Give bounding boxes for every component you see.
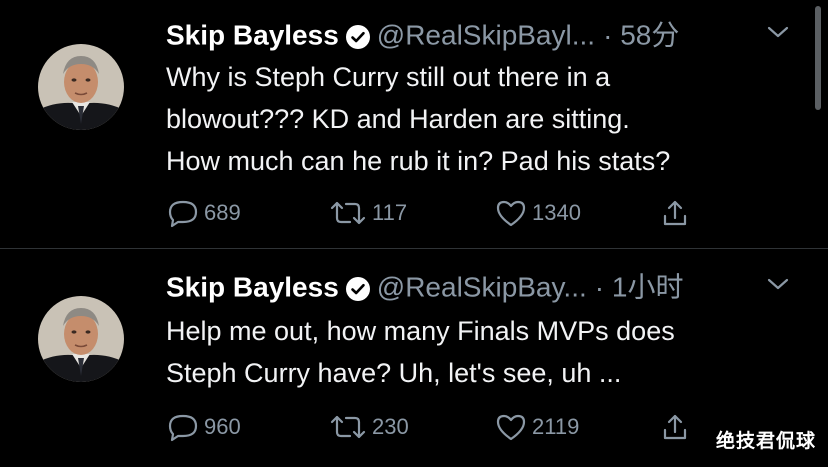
user-handle[interactable]: @RealSkipBay... (377, 272, 587, 303)
display-name[interactable]: Skip Bayless (166, 20, 339, 51)
tweet[interactable]: Skip Bayless @RealSkipBayl... · 58分 Why is… (0, 0, 828, 248)
share-button[interactable] (660, 196, 694, 230)
tweet-text-line: Help me out, how many Finals MVPs does (166, 316, 675, 346)
retweet-icon (328, 198, 372, 228)
like-count: 1340 (532, 200, 581, 225)
verified-badge-icon (345, 21, 371, 49)
avatar[interactable] (38, 296, 124, 382)
tweet-text-line: How much can he rub it in? Pad his stats… (166, 146, 671, 176)
like-button[interactable]: 1340 (494, 196, 581, 230)
like-count: 2119 (532, 414, 580, 439)
retweet-count: 117 (372, 200, 408, 225)
reply-count: 689 (204, 200, 241, 225)
reply-button[interactable]: 689 (166, 196, 241, 230)
tweet-actions: 689 117 1340 (166, 196, 726, 230)
reply-icon (166, 198, 204, 228)
retweet-button[interactable]: 117 (328, 196, 407, 230)
tweet-header: Skip Bayless @RealSkipBayl... · 58分 (166, 14, 806, 54)
chevron-down-icon[interactable] (766, 24, 790, 40)
share-icon (660, 198, 694, 228)
tweet-text: Help me out, how many Finals MVPs does S… (166, 310, 806, 394)
watermark: 绝技君侃球 (715, 430, 816, 452)
reply-button[interactable]: 960 (166, 410, 241, 444)
tweet-actions: 960 230 2119 (166, 410, 726, 444)
like-button[interactable]: 2119 (494, 410, 579, 444)
retweet-button[interactable]: 230 (328, 410, 409, 444)
chevron-down-icon[interactable] (766, 276, 790, 292)
user-handle[interactable]: @RealSkipBayl... (377, 20, 595, 51)
share-icon (660, 412, 694, 442)
separator-dot: · (603, 19, 613, 51)
avatar[interactable] (38, 44, 124, 130)
retweet-count: 230 (372, 414, 409, 439)
timestamp[interactable]: 1小时 (612, 272, 684, 303)
tweet-text-line: Steph Curry have? Uh, let's see, uh ... (166, 358, 622, 388)
display-name[interactable]: Skip Bayless (166, 272, 339, 303)
separator-dot: · (594, 271, 605, 303)
verified-badge-icon (345, 273, 371, 301)
retweet-icon (328, 412, 372, 442)
timestamp[interactable]: 58分 (620, 20, 679, 51)
tweet-text: Why is Steph Curry still out there in a … (166, 56, 806, 182)
divider (0, 248, 828, 249)
tweet-text-line: blowout??? KD and Harden are sitting. (166, 104, 630, 134)
reply-count: 960 (204, 414, 241, 439)
share-button[interactable] (660, 410, 694, 444)
heart-icon (494, 412, 532, 442)
heart-icon (494, 198, 532, 228)
reply-icon (166, 412, 204, 442)
tweet-text-line: Why is Steph Curry still out there in a (166, 62, 611, 92)
tweet-header: Skip Bayless @RealSkipBay... · 1小时 (166, 266, 806, 306)
